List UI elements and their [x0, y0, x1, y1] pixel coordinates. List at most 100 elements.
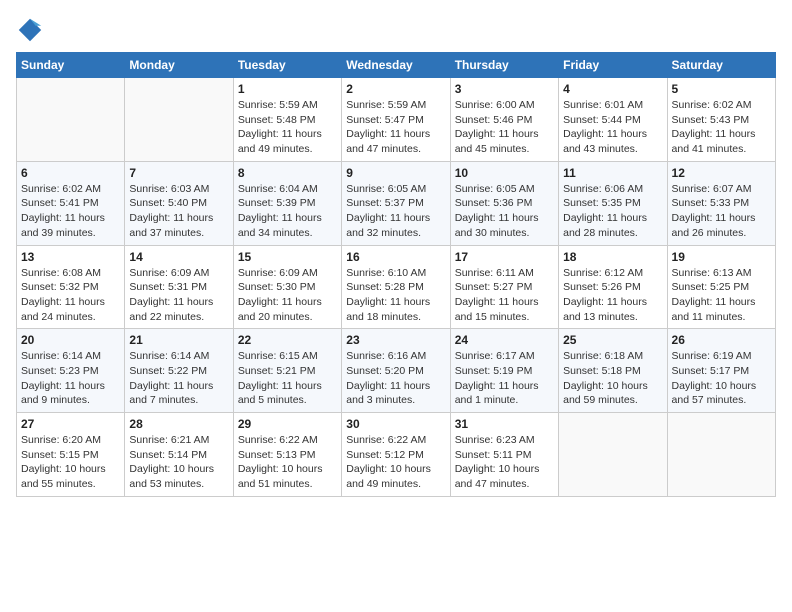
day-info: Sunrise: 6:01 AM Sunset: 5:44 PM Dayligh… [563, 98, 662, 157]
calendar-cell: 9Sunrise: 6:05 AM Sunset: 5:37 PM Daylig… [342, 161, 450, 245]
calendar-cell: 27 Sunrise: 6:20 AM Sunset: 5:15 PM Dayli… [17, 413, 125, 497]
day-number: 28 [129, 417, 228, 431]
day-info: Sunrise: 6:02 AM Sunset: 5:41 PM Dayligh… [21, 182, 120, 241]
day-info: Sunrise: 6:03 AM Sunset: 5:40 PM Dayligh… [129, 182, 228, 241]
column-header-monday: Monday [125, 53, 233, 78]
day-info: Sunrise: 6:07 AM Sunset: 5:33 PM Dayligh… [672, 182, 771, 241]
day-number: 19 [672, 250, 771, 264]
day-number: 29 [238, 417, 337, 431]
day-number: 7 [129, 166, 228, 180]
calendar-cell: 24 Sunrise: 6:17 AM Sunset: 5:19 PM Dayli… [450, 329, 558, 413]
day-number: 10 [455, 166, 554, 180]
calendar-cell: 2 Sunrise: 5:59 AM Sunset: 5:47 PM Daylig… [342, 78, 450, 162]
day-info: Sunrise: 6:13 AM Sunset: 5:25 PM Dayligh… [672, 266, 771, 325]
day-info: Sunrise: 6:12 AM Sunset: 5:26 PM Dayligh… [563, 266, 662, 325]
page-header [16, 16, 776, 44]
day-info: Sunrise: 6:21 AM Sunset: 5:14 PM Dayligh… [129, 433, 228, 492]
day-number: 30 [346, 417, 445, 431]
calendar-cell: 30 Sunrise: 6:22 AM Sunset: 5:12 PM Dayli… [342, 413, 450, 497]
day-info: Sunrise: 6:22 AM Sunset: 5:12 PM Dayligh… [346, 433, 445, 492]
day-number: 27 [21, 417, 120, 431]
calendar-cell [125, 78, 233, 162]
day-number: 11 [563, 166, 662, 180]
day-number: 15 [238, 250, 337, 264]
day-number: 14 [129, 250, 228, 264]
calendar-cell: 8 Sunrise: 6:04 AM Sunset: 5:39 PM Daylig… [233, 161, 341, 245]
calendar-cell [667, 413, 775, 497]
day-number: 31 [455, 417, 554, 431]
calendar-week-3: 13 Sunrise: 6:08 AM Sunset: 5:32 PM Dayli… [17, 245, 776, 329]
calendar-cell: 25 Sunrise: 6:18 AM Sunset: 5:18 PM Dayli… [559, 329, 667, 413]
day-info: Sunrise: 6:05 AM Sunset: 5:36 PM Dayligh… [455, 182, 554, 241]
day-number: 1 [238, 82, 337, 96]
column-header-sunday: Sunday [17, 53, 125, 78]
calendar-table: SundayMondayTuesdayWednesdayThursdayFrid… [16, 52, 776, 497]
column-header-friday: Friday [559, 53, 667, 78]
day-info: Sunrise: 6:11 AM Sunset: 5:27 PM Dayligh… [455, 266, 554, 325]
calendar-cell [17, 78, 125, 162]
day-info: Sunrise: 6:15 AM Sunset: 5:21 PM Dayligh… [238, 349, 337, 408]
calendar-cell: 29 Sunrise: 6:22 AM Sunset: 5:13 PM Dayli… [233, 413, 341, 497]
day-info: Sunrise: 6:22 AM Sunset: 5:13 PM Dayligh… [238, 433, 337, 492]
calendar-cell: 22Sunrise: 6:15 AM Sunset: 5:21 PM Dayli… [233, 329, 341, 413]
day-number: 6 [21, 166, 120, 180]
calendar-week-2: 6 Sunrise: 6:02 AM Sunset: 5:41 PM Daylig… [17, 161, 776, 245]
day-number: 13 [21, 250, 120, 264]
calendar-cell: 1Sunrise: 5:59 AM Sunset: 5:48 PM Daylig… [233, 78, 341, 162]
calendar-cell: 21 Sunrise: 6:14 AM Sunset: 5:22 PM Dayli… [125, 329, 233, 413]
calendar-cell [559, 413, 667, 497]
day-info: Sunrise: 6:09 AM Sunset: 5:30 PM Dayligh… [238, 266, 337, 325]
day-info: Sunrise: 6:00 AM Sunset: 5:46 PM Dayligh… [455, 98, 554, 157]
day-number: 24 [455, 333, 554, 347]
day-number: 9 [346, 166, 445, 180]
calendar-cell: 7 Sunrise: 6:03 AM Sunset: 5:40 PM Daylig… [125, 161, 233, 245]
day-info: Sunrise: 6:19 AM Sunset: 5:17 PM Dayligh… [672, 349, 771, 408]
day-info: Sunrise: 6:09 AM Sunset: 5:31 PM Dayligh… [129, 266, 228, 325]
calendar-cell: 3 Sunrise: 6:00 AM Sunset: 5:46 PM Daylig… [450, 78, 558, 162]
calendar-cell: 4 Sunrise: 6:01 AM Sunset: 5:44 PM Daylig… [559, 78, 667, 162]
calendar-cell: 5Sunrise: 6:02 AM Sunset: 5:43 PM Daylig… [667, 78, 775, 162]
day-info: Sunrise: 6:20 AM Sunset: 5:15 PM Dayligh… [21, 433, 120, 492]
calendar-week-5: 27 Sunrise: 6:20 AM Sunset: 5:15 PM Dayli… [17, 413, 776, 497]
day-number: 23 [346, 333, 445, 347]
calendar-cell: 12 Sunrise: 6:07 AM Sunset: 5:33 PM Dayli… [667, 161, 775, 245]
column-header-saturday: Saturday [667, 53, 775, 78]
day-info: Sunrise: 6:06 AM Sunset: 5:35 PM Dayligh… [563, 182, 662, 241]
logo [16, 16, 48, 44]
day-info: Sunrise: 6:23 AM Sunset: 5:11 PM Dayligh… [455, 433, 554, 492]
day-number: 2 [346, 82, 445, 96]
day-info: Sunrise: 6:10 AM Sunset: 5:28 PM Dayligh… [346, 266, 445, 325]
day-number: 8 [238, 166, 337, 180]
calendar-cell: 23Sunrise: 6:16 AM Sunset: 5:20 PM Dayli… [342, 329, 450, 413]
calendar-cell: 6 Sunrise: 6:02 AM Sunset: 5:41 PM Daylig… [17, 161, 125, 245]
calendar-cell: 11 Sunrise: 6:06 AM Sunset: 5:35 PM Dayli… [559, 161, 667, 245]
day-number: 25 [563, 333, 662, 347]
day-number: 21 [129, 333, 228, 347]
day-number: 18 [563, 250, 662, 264]
calendar-week-1: 1Sunrise: 5:59 AM Sunset: 5:48 PM Daylig… [17, 78, 776, 162]
calendar-cell: 15 Sunrise: 6:09 AM Sunset: 5:30 PM Dayli… [233, 245, 341, 329]
day-info: Sunrise: 6:02 AM Sunset: 5:43 PM Dayligh… [672, 98, 771, 157]
day-info: Sunrise: 6:17 AM Sunset: 5:19 PM Dayligh… [455, 349, 554, 408]
logo-icon [16, 16, 44, 44]
calendar-cell: 31 Sunrise: 6:23 AM Sunset: 5:11 PM Dayli… [450, 413, 558, 497]
day-number: 3 [455, 82, 554, 96]
day-info: Sunrise: 6:04 AM Sunset: 5:39 PM Dayligh… [238, 182, 337, 241]
day-info: Sunrise: 5:59 AM Sunset: 5:47 PM Dayligh… [346, 98, 445, 157]
calendar-cell: 16 Sunrise: 6:10 AM Sunset: 5:28 PM Dayli… [342, 245, 450, 329]
day-number: 12 [672, 166, 771, 180]
column-header-thursday: Thursday [450, 53, 558, 78]
day-number: 20 [21, 333, 120, 347]
calendar-cell: 14 Sunrise: 6:09 AM Sunset: 5:31 PM Dayli… [125, 245, 233, 329]
day-number: 4 [563, 82, 662, 96]
calendar-cell: 20 Sunrise: 6:14 AM Sunset: 5:23 PM Dayli… [17, 329, 125, 413]
day-info: Sunrise: 6:14 AM Sunset: 5:22 PM Dayligh… [129, 349, 228, 408]
calendar-cell: 18 Sunrise: 6:12 AM Sunset: 5:26 PM Dayli… [559, 245, 667, 329]
day-info: Sunrise: 6:08 AM Sunset: 5:32 PM Dayligh… [21, 266, 120, 325]
day-info: Sunrise: 6:14 AM Sunset: 5:23 PM Dayligh… [21, 349, 120, 408]
day-number: 17 [455, 250, 554, 264]
day-info: Sunrise: 6:18 AM Sunset: 5:18 PM Dayligh… [563, 349, 662, 408]
column-header-tuesday: Tuesday [233, 53, 341, 78]
calendar-cell: 28 Sunrise: 6:21 AM Sunset: 5:14 PM Dayli… [125, 413, 233, 497]
day-number: 16 [346, 250, 445, 264]
